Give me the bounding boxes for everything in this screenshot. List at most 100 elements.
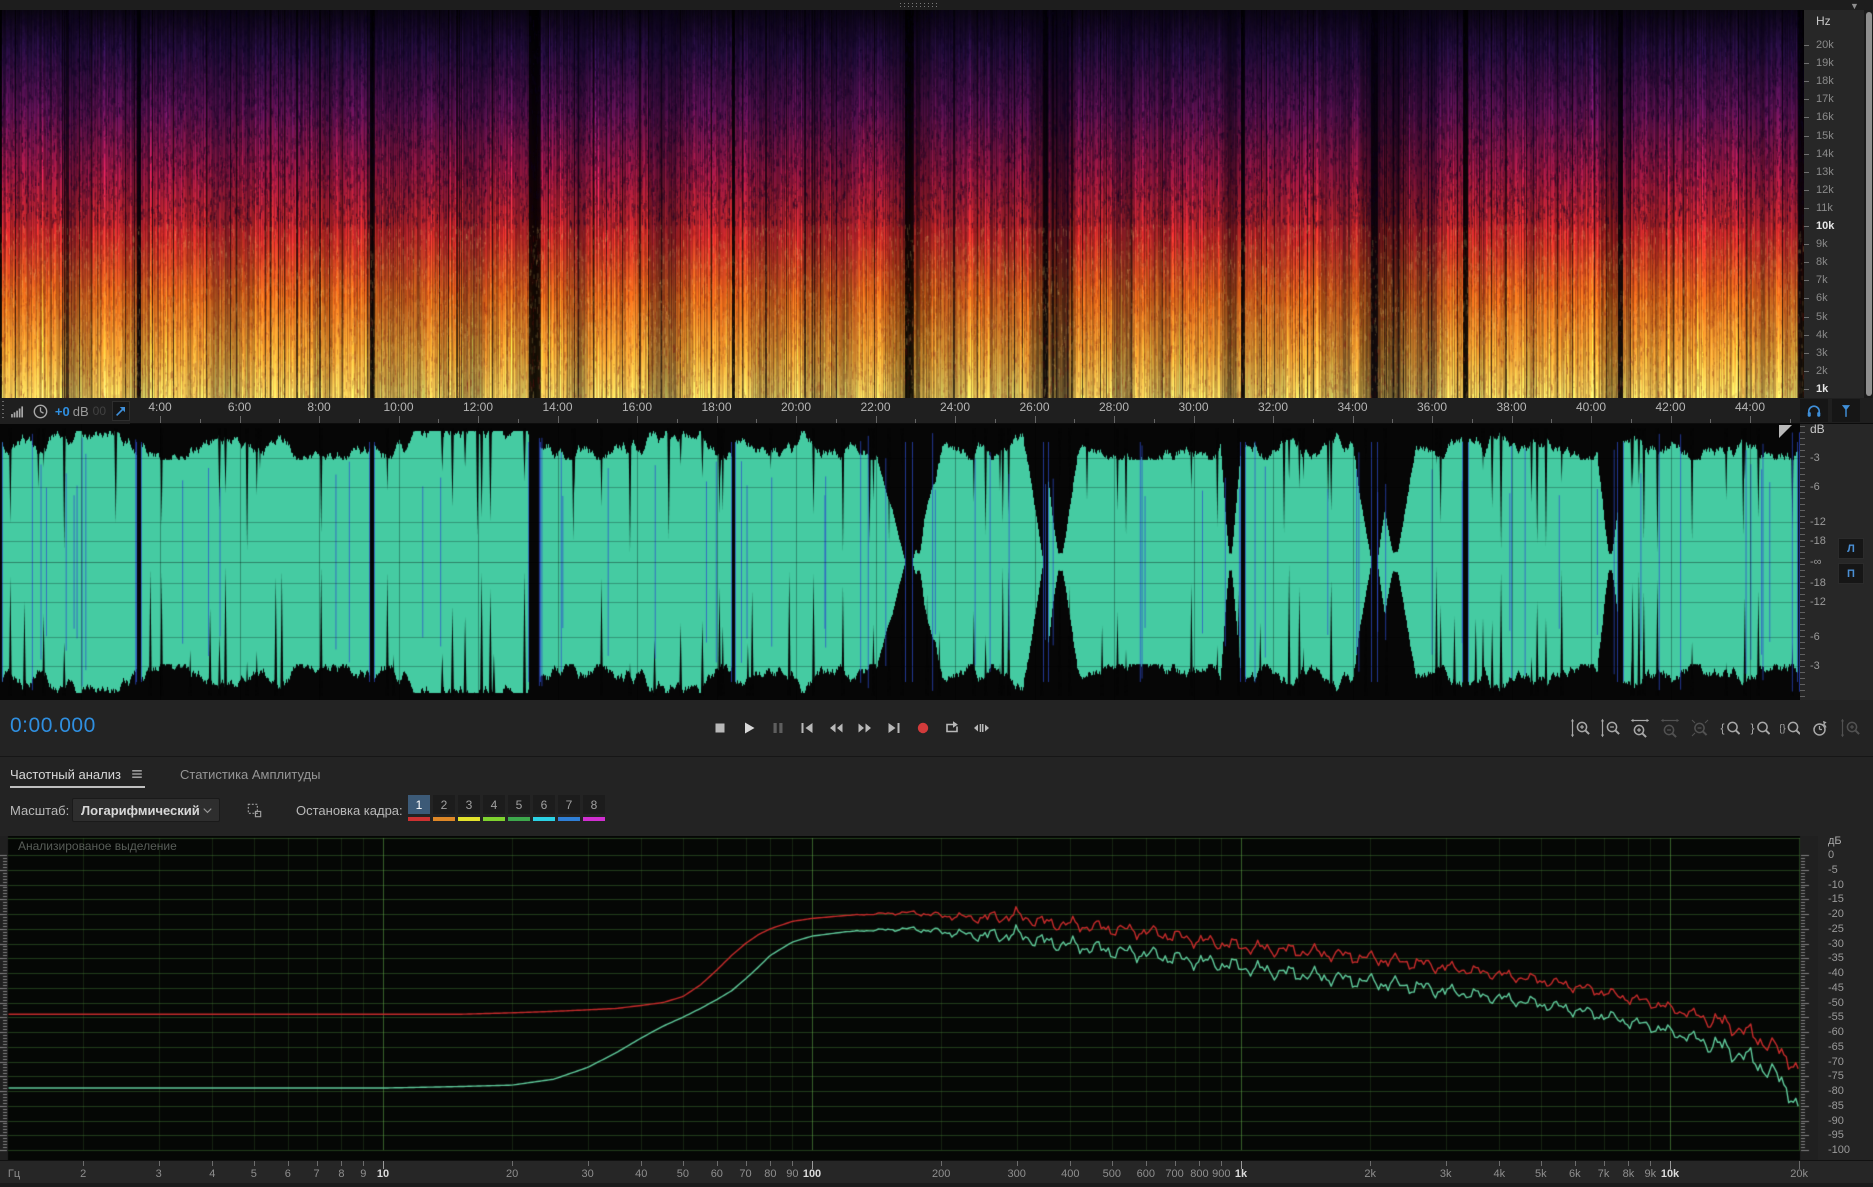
panel-corner-handle[interactable] [1779,425,1792,438]
loop-playback-button[interactable] [938,713,966,743]
axis-label: 90 [786,1168,799,1180]
axis-tick [212,1161,214,1166]
zoom-to-selection-button[interactable]: {} [1775,713,1804,743]
waveform-display[interactable] [0,424,1800,700]
hold-button-6[interactable]: 6 [533,795,555,814]
headphones-icon[interactable] [1800,399,1828,422]
right-channel-button[interactable]: П [1838,563,1864,584]
hold-button-5[interactable]: 5 [508,795,530,814]
ruler-time-label: 8:00 [307,400,331,414]
audition-app: ▼ Hz 20k 19k 18k 17k 16k 15k 14k 13k 12k 11k 10k 9k… [0,0,1873,1187]
hold-button-8[interactable]: 8 [583,795,605,814]
zoom-in-right-edge-button[interactable]: } [1745,713,1774,743]
hold-color-bar [458,817,480,821]
hold-color-bar [558,817,580,821]
axis-label: 8 [338,1168,345,1180]
gain-value[interactable]: +0 [55,404,70,419]
hold-button-2[interactable]: 2 [433,795,455,814]
axis-tick [253,1161,255,1166]
plot-db-label: -5 [1828,863,1838,876]
ruler-tick [1750,416,1751,423]
monitor-buttons [1800,399,1860,422]
vertical-scrollbar[interactable] [1866,12,1872,396]
zoom-reset-button[interactable] [1685,713,1714,743]
zoom-out-vertical-button[interactable] [1595,713,1624,743]
hz-label: 9k [1816,238,1828,251]
zoom-full-button[interactable] [1835,713,1864,743]
panel-grip-icon[interactable] [900,6,940,7]
play-button[interactable] [735,713,763,743]
panel-grip-icon[interactable] [2,401,4,421]
record-button[interactable] [909,713,937,743]
amplitude-scale[interactable]: dB Л П -3 -6 -12 -18 -∞ -18 -12 -6 -3 [1800,422,1873,700]
panel-menu-icon[interactable] [129,766,145,782]
tab-amplitude-statistics[interactable]: Статистика Амплитуды [180,757,320,791]
axis-tick [158,1161,160,1166]
axis-label: 80 [764,1168,777,1180]
hz-tick [1804,334,1809,336]
axis-label: 9k [1644,1168,1657,1180]
stop-button[interactable] [706,713,734,743]
axis-label: 3 [155,1168,162,1180]
ruler-time-label: 24:00 [939,400,971,414]
pause-button[interactable] [764,713,792,743]
axis-label: 30 [581,1168,594,1180]
copy-graph-button[interactable] [242,799,266,821]
axis-label: 4 [209,1168,216,1180]
hold-color-bar [483,817,505,821]
left-channel-button[interactable]: Л [1838,538,1864,559]
level-meter-icon[interactable] [9,403,26,420]
frequency-scale[interactable]: Hz 20k 19k 18k 17k 16k 15k 14k 13k 12k 11k 10k 9k 8k… [1804,10,1864,398]
timed-record-button[interactable] [1805,713,1834,743]
ruler-tick [637,416,638,423]
hold-button-3[interactable]: 3 [458,795,480,814]
zoom-out-horizontal-button[interactable] [1655,713,1684,743]
zoom-in-horizontal-button[interactable] [1625,713,1654,743]
pin-playhead-button[interactable] [112,401,130,421]
hold-button-4[interactable]: 4 [483,795,505,814]
axis-tick [1540,1161,1542,1166]
amplitude-scale-ticks [1800,426,1805,698]
axis-label: 6 [284,1168,291,1180]
ruler-time-label: 16:00 [621,400,653,414]
hz-tick [1804,280,1809,282]
zoom-in-vertical-button[interactable] [1565,713,1594,743]
plot-db-label: -30 [1828,937,1844,950]
hold-button-1[interactable]: 1 [408,795,430,814]
db-unit-label: дБ [1828,835,1842,847]
playhead-time-display[interactable]: 0:00.000 [10,714,96,738]
amplitude-scale-label: -∞ [1810,556,1822,568]
tab-frequency-analysis[interactable]: Частотный анализ [10,757,145,791]
plot-db-label: -45 [1828,981,1844,994]
hz-tick [1804,207,1809,209]
ruler-tick [160,416,161,423]
rewind-button[interactable] [822,713,850,743]
frequency-analysis-plot[interactable] [0,836,1818,1160]
hold-button-7[interactable]: 7 [558,795,580,814]
axis-tick [341,1161,343,1166]
hz-label: 18k [1816,75,1834,88]
skip-to-end-button[interactable] [880,713,908,743]
axis-tick [770,1161,772,1166]
axis-tick [316,1161,318,1166]
marker-icon[interactable] [1832,399,1860,422]
hz-label: 4k [1816,328,1828,341]
plot-db-label: -35 [1828,952,1844,965]
axis-tick [1445,1161,1447,1166]
spectrogram-display[interactable] [0,10,1804,398]
skip-selection-button[interactable] [967,713,995,743]
clock-icon[interactable] [31,402,50,421]
ruler-time-label: 14:00 [542,400,573,414]
axis-tick [1499,1161,1501,1166]
timeline-ruler[interactable]: 4:00 6:00 8:00 10:00 12:00 14:00 16:00 18:00 20:… [0,398,1800,424]
skip-to-start-button[interactable] [793,713,821,743]
axis-label: 70 [739,1168,752,1180]
axis-label: 2 [80,1168,87,1180]
fast-forward-button[interactable] [851,713,879,743]
scale-dropdown[interactable]: Логарифмический [72,798,220,822]
hz-label: 11k [1816,201,1833,214]
ruler-tick [1471,419,1473,423]
panel-grip-icon[interactable] [900,3,940,4]
zoom-in-left-edge-button[interactable]: { [1715,713,1744,743]
hz-tick [1804,117,1809,119]
